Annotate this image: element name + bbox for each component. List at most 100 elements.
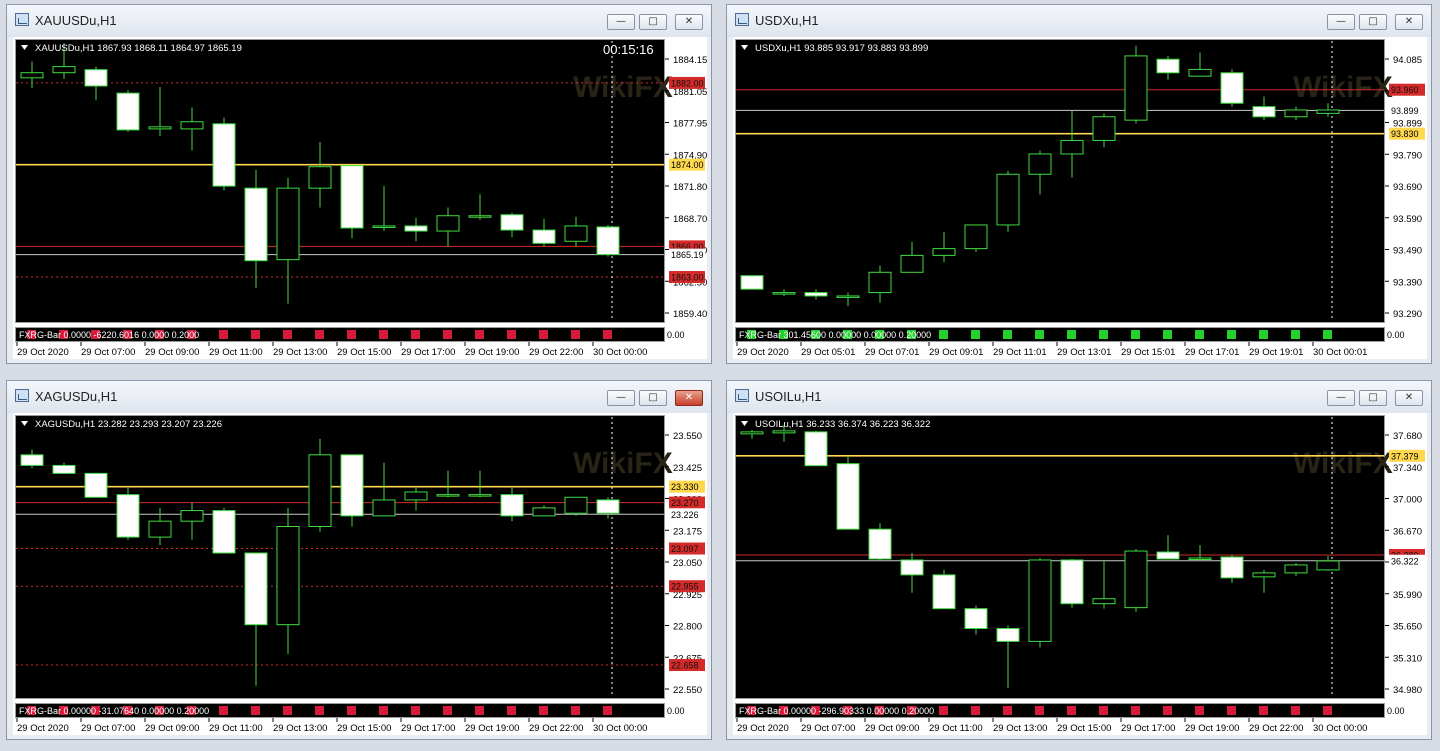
candle-body[interactable] [932,574,956,610]
maximize-button[interactable]: □ [1359,14,1387,30]
window-titlebar[interactable]: USOILu,H1 — □ ✕ [727,381,1431,413]
window-titlebar[interactable]: XAGUSDu,H1 — □ ✕ [7,381,711,413]
candle-body[interactable] [836,295,860,298]
candle-body[interactable] [740,431,764,435]
candle-body[interactable] [1124,55,1148,121]
candle-body[interactable] [276,187,300,261]
candle-body[interactable] [1156,58,1180,74]
candle-body[interactable] [1284,564,1308,574]
price-panel[interactable] [15,39,665,323]
minimize-button[interactable]: — [607,390,635,406]
candle-body[interactable] [772,430,796,434]
candle-body[interactable] [436,494,460,497]
candle-body[interactable] [500,214,524,231]
candle-body[interactable] [868,271,892,294]
candle-body[interactable] [932,248,956,256]
candle-body[interactable] [564,496,588,514]
close-button[interactable]: ✕ [675,390,703,406]
candle-body[interactable] [1028,559,1052,642]
candle-body[interactable] [404,491,428,501]
chart-canvas[interactable]: WikiFX23.55023.42523.30023.17523.05022.9… [13,413,707,735]
candle-body[interactable] [1060,559,1084,605]
candle-body[interactable] [1188,68,1212,77]
chart-window-usoil[interactable]: USOILu,H1 — □ ✕ WikiFX 37.680 37.340 37.000… [726,380,1432,740]
chart-canvas[interactable]: WikiFX1884.151881.051877.951874.901871.8… [13,37,707,359]
maximize-button[interactable]: □ [639,14,667,30]
candle-body[interactable] [244,552,268,626]
candle-body[interactable] [1124,550,1148,609]
chart-window-xauusd[interactable]: XAUUSDu,H1 — □ ✕ WikiFX 1884.15 1881.05 187… [6,4,712,364]
candle-body[interactable] [1092,116,1116,141]
candle-body[interactable] [148,126,172,130]
candle-body[interactable] [1284,109,1308,118]
candle-body[interactable] [836,463,860,530]
candle-body[interactable] [180,121,204,130]
candle-body[interactable] [1252,572,1276,578]
candle-body[interactable] [1188,557,1212,560]
candle-body[interactable] [276,525,300,626]
candle-body[interactable] [52,464,76,474]
candle-body[interactable] [372,225,396,228]
candle-body[interactable] [1028,153,1052,175]
candle-body[interactable] [868,528,892,560]
candle-body[interactable] [596,499,620,514]
candle-body[interactable] [372,499,396,517]
candle-body[interactable] [532,229,556,244]
candle-body[interactable] [964,608,988,629]
candle-body[interactable] [404,225,428,232]
candle-body[interactable] [436,215,460,232]
close-button[interactable]: ✕ [675,14,703,30]
candle-body[interactable] [52,66,76,74]
minimize-button[interactable]: — [1327,390,1355,406]
candle-body[interactable] [20,72,44,79]
candle-body[interactable] [340,454,364,517]
candle-body[interactable] [20,454,44,466]
maximize-button[interactable]: □ [1359,390,1387,406]
candle-body[interactable] [1220,72,1244,104]
candle-body[interactable] [340,165,364,229]
candle-body[interactable] [596,226,620,256]
candle-body[interactable] [116,494,140,538]
candle-body[interactable] [1252,106,1276,118]
candle-body[interactable] [900,254,924,273]
candle-body[interactable] [212,510,236,554]
candle-body[interactable] [116,92,140,131]
candle-body[interactable] [1316,109,1340,114]
candle-body[interactable] [772,292,796,295]
price-panel[interactable] [735,415,1385,699]
candle-body[interactable] [468,215,492,218]
price-panel[interactable] [15,415,665,699]
minimize-button[interactable]: — [607,14,635,30]
candle-body[interactable] [532,507,556,517]
chart-canvas[interactable]: WikiFX94.08593.98593.89993.79093.69093.5… [733,37,1427,359]
candle-body[interactable] [1316,560,1340,571]
maximize-button[interactable]: □ [639,390,667,406]
candle-body[interactable] [1092,598,1116,605]
candle-body[interactable] [84,69,108,87]
candle-body[interactable] [500,494,524,517]
candle-body[interactable] [212,123,236,187]
candle-body[interactable] [308,454,332,527]
candle-body[interactable] [1156,551,1180,560]
candle-body[interactable] [900,559,924,576]
chart-canvas[interactable]: WikiFX37.68037.34037.00036.67036.33035.9… [733,413,1427,735]
candle-body[interactable] [564,225,588,242]
candle-body[interactable] [996,173,1020,226]
candle-body[interactable] [308,166,332,189]
chart-window-usdx[interactable]: USDXu,H1 — □ ✕ WikiFX94.08593.98593.8999… [726,4,1432,364]
candle-body[interactable] [996,627,1020,642]
chart-window-xagusd[interactable]: XAGUSDu,H1 — □ ✕ WikiFX23.55023.42523.30… [6,380,712,740]
candle-body[interactable] [84,472,108,498]
candle-body[interactable] [180,510,204,522]
candle-body[interactable] [1060,139,1084,155]
window-titlebar[interactable]: USDXu,H1 — □ ✕ [727,5,1431,37]
close-button[interactable]: ✕ [1395,14,1423,30]
candle-body[interactable] [740,275,764,290]
candle-body[interactable] [244,187,268,262]
candle-body[interactable] [964,224,988,250]
close-button[interactable]: ✕ [1395,390,1423,406]
candle-body[interactable] [468,494,492,497]
minimize-button[interactable]: — [1327,14,1355,30]
candle-body[interactable] [1220,556,1244,579]
candle-body[interactable] [804,292,828,297]
